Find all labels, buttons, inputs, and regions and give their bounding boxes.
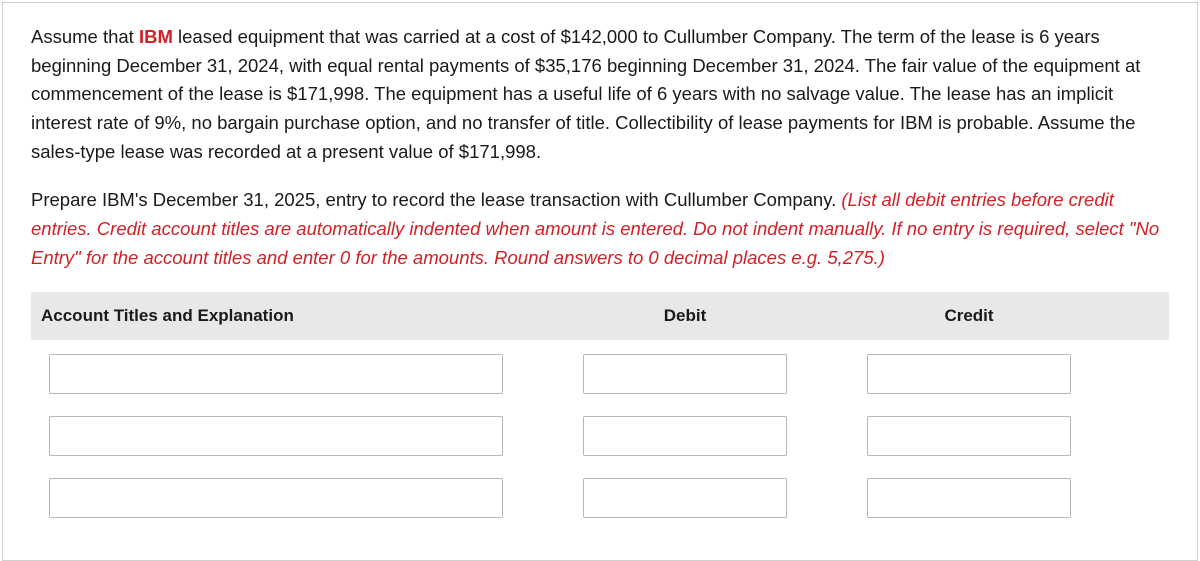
instruction-paragraph: Prepare IBM's December 31, 2025, entry t… bbox=[31, 186, 1169, 272]
debit-input[interactable] bbox=[583, 416, 787, 456]
company-name: IBM bbox=[139, 26, 173, 47]
table-row bbox=[31, 478, 1169, 518]
intro-prefix: Assume that bbox=[31, 26, 139, 47]
debit-input[interactable] bbox=[583, 478, 787, 518]
account-input[interactable] bbox=[49, 416, 503, 456]
intro-suffix: leased equipment that was carried at a c… bbox=[31, 26, 1140, 162]
input-rows bbox=[31, 340, 1169, 518]
problem-statement: Assume that IBM leased equipment that wa… bbox=[31, 23, 1169, 166]
problem-container: Assume that IBM leased equipment that wa… bbox=[2, 2, 1198, 561]
credit-input[interactable] bbox=[867, 478, 1071, 518]
header-account: Account Titles and Explanation bbox=[31, 292, 521, 340]
header-debit: Debit bbox=[565, 292, 805, 340]
account-input[interactable] bbox=[49, 478, 503, 518]
account-input[interactable] bbox=[49, 354, 503, 394]
credit-input[interactable] bbox=[867, 354, 1071, 394]
table-row bbox=[31, 354, 1169, 394]
journal-entry-table: Account Titles and Explanation Debit Cre… bbox=[31, 292, 1169, 518]
table-header-row: Account Titles and Explanation Debit Cre… bbox=[31, 292, 1169, 340]
credit-input[interactable] bbox=[867, 416, 1071, 456]
table-row bbox=[31, 416, 1169, 456]
debit-input[interactable] bbox=[583, 354, 787, 394]
instruction-plain: Prepare IBM's December 31, 2025, entry t… bbox=[31, 189, 841, 210]
header-credit: Credit bbox=[849, 292, 1089, 340]
